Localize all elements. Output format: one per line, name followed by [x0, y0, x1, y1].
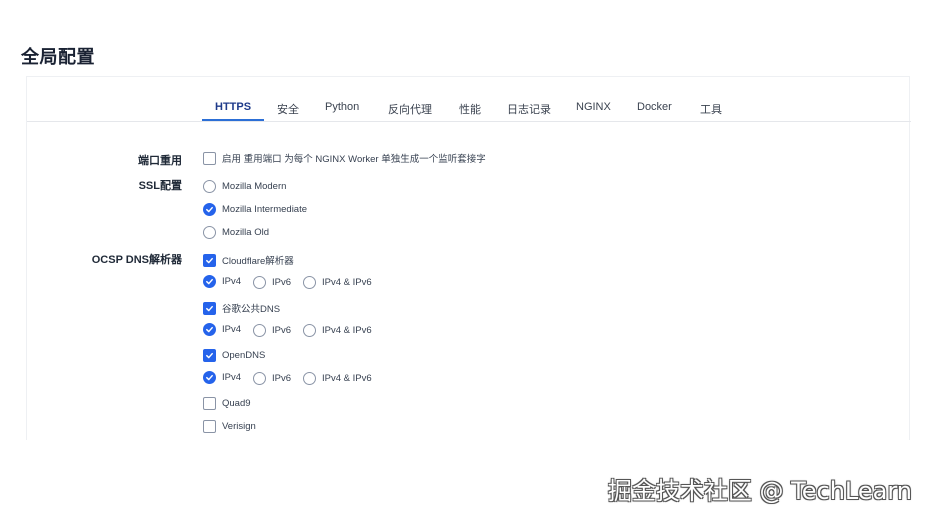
opendns-dual-radio[interactable]: IPv4 & IPv6 [303, 372, 372, 385]
resolver-google-checkbox[interactable]: 谷歌公共DNS [203, 301, 280, 315]
tab-security[interactable]: 安全 [277, 101, 299, 117]
ssl-radio-old[interactable]: Mozilla Old [203, 226, 269, 239]
ssl-radio-intermediate[interactable]: Mozilla Intermediate [203, 203, 307, 216]
radio-checked-icon[interactable] [203, 275, 216, 288]
cloudflare-ipv6-radio[interactable]: IPv6 [253, 276, 291, 289]
google-ipv4-radio[interactable]: IPv4 [203, 323, 241, 336]
ssl-option-text: Mozilla Old [222, 227, 269, 238]
opendns-ipv4-radio[interactable]: IPv4 [203, 371, 241, 384]
ip-option-text: IPv6 [272, 277, 292, 288]
port-reuse-checkbox[interactable]: 启用 重用端口 为每个 NGINX Worker 单独生成一个监听套接字 [203, 151, 486, 165]
tab-https[interactable]: HTTPS [215, 101, 251, 113]
page-title: 全局配置 [21, 47, 95, 67]
resolver-name: OpenDNS [222, 350, 266, 361]
watermark: 掘金技术社区 @ TechLearn [607, 477, 912, 505]
ssl-option-text: Mozilla Intermediate [222, 204, 308, 215]
ip-option-text: IPv4 [222, 324, 242, 335]
checkbox-icon[interactable] [203, 420, 216, 433]
ssl-radio-modern[interactable]: Mozilla Modern [203, 180, 286, 193]
cloudflare-ipv4-radio[interactable]: IPv4 [203, 275, 241, 288]
tab-tools[interactable]: 工具 [700, 101, 722, 117]
ip-option-text: IPv6 [272, 373, 292, 384]
radio-icon[interactable] [203, 180, 216, 193]
checkbox-checked-icon[interactable] [203, 301, 216, 315]
tab-performance[interactable]: 性能 [459, 101, 481, 117]
radio-icon[interactable] [303, 324, 316, 337]
radio-checked-icon[interactable] [203, 203, 216, 216]
ip-option-text: IPv4 [222, 372, 242, 383]
tab-bar: HTTPS 安全 Python 反向代理 性能 日志记录 NGINX Docke… [27, 77, 911, 122]
radio-checked-icon[interactable] [203, 323, 216, 336]
tab-nginx[interactable]: NGINX [576, 101, 611, 113]
ssl-option-text: Mozilla Modern [222, 181, 287, 192]
radio-icon[interactable] [303, 372, 316, 385]
checkbox-icon[interactable] [203, 397, 216, 410]
ip-option-text: IPv4 & IPv6 [322, 373, 372, 384]
ip-option-text: IPv6 [272, 325, 292, 336]
resolver-name: Quad9 [222, 398, 251, 409]
cloudflare-dual-radio[interactable]: IPv4 & IPv6 [303, 276, 372, 289]
radio-checked-icon[interactable] [203, 371, 216, 384]
checkbox-checked-icon[interactable] [203, 349, 216, 362]
ip-option-text: IPv4 & IPv6 [322, 325, 372, 336]
radio-icon[interactable] [203, 226, 216, 239]
port-reuse-option-text: 启用 重用端口 为每个 NGINX Worker 单独生成一个监听套接字 [222, 154, 486, 165]
google-ipv6-radio[interactable]: IPv6 [253, 324, 291, 337]
resolver-name: Verisign [222, 421, 256, 432]
ip-option-text: IPv4 [222, 276, 242, 287]
ocsp-label: OCSP DNS解析器 [91, 254, 182, 266]
resolver-cloudflare-checkbox[interactable]: Cloudflare解析器 [203, 253, 294, 267]
resolver-opendns-checkbox[interactable]: OpenDNS [203, 349, 265, 362]
active-tab-indicator [202, 119, 264, 121]
tab-logging[interactable]: 日志记录 [507, 101, 551, 117]
checkbox-checked-icon[interactable] [203, 253, 216, 267]
resolver-name: Cloudflare解析器 [222, 256, 294, 267]
radio-icon[interactable] [253, 372, 266, 385]
resolver-name: 谷歌公共DNS [222, 304, 281, 315]
radio-icon[interactable] [253, 276, 266, 289]
radio-icon[interactable] [303, 276, 316, 289]
resolver-verisign-checkbox[interactable]: Verisign [203, 420, 256, 433]
checkbox-icon[interactable] [203, 151, 216, 165]
tab-reverse-proxy[interactable]: 反向代理 [388, 101, 432, 117]
port-reuse-label: 端口重用 [138, 155, 182, 167]
tab-python[interactable]: Python [325, 101, 359, 113]
ssl-label: SSL配置 [138, 180, 182, 192]
google-dual-radio[interactable]: IPv4 & IPv6 [303, 324, 372, 337]
radio-icon[interactable] [253, 324, 266, 337]
tab-docker[interactable]: Docker [637, 101, 672, 113]
ip-option-text: IPv4 & IPv6 [322, 277, 372, 288]
opendns-ipv6-radio[interactable]: IPv6 [253, 372, 291, 385]
resolver-quad9-checkbox[interactable]: Quad9 [203, 397, 251, 410]
